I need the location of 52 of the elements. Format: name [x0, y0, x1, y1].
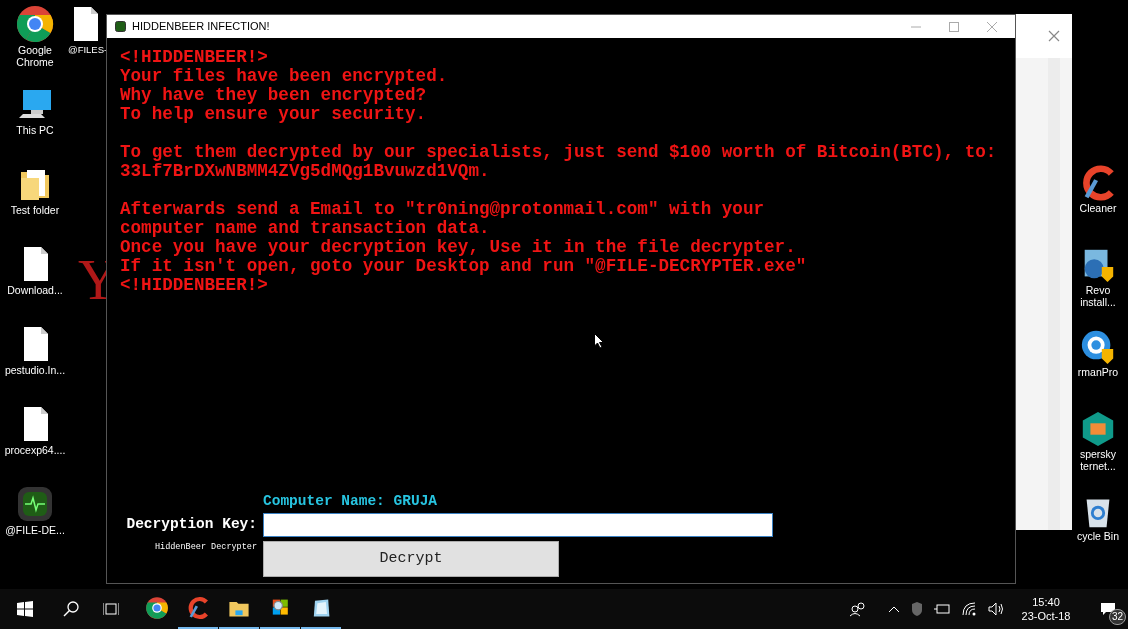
app-caption: HiddenBeer Decrypter	[154, 541, 257, 554]
wifi-icon[interactable]	[962, 602, 976, 616]
desktop-icon-label[interactable]: Revo	[1085, 284, 1111, 296]
close-icon[interactable]	[1048, 30, 1060, 42]
message-line: Once you have your decryption key, Use it in the file decrypter.	[120, 238, 797, 257]
broom-c-icon[interactable]	[186, 596, 210, 620]
app-icon	[115, 21, 126, 32]
task-view-icon[interactable]	[103, 601, 119, 617]
chrome-logo-icon[interactable]	[145, 596, 169, 620]
desktop-icon-label[interactable]: spersky	[1079, 448, 1117, 460]
message-line: If it isn't open, goto your Desktop and run "@FILE-DECRYPTER.exe"	[120, 257, 808, 276]
computer-name-label: Computer Name: GRUJA	[263, 493, 439, 509]
volume-icon[interactable]	[988, 602, 1004, 616]
desktop-icon-label[interactable]: ternet...	[1080, 460, 1116, 472]
desktop-icon-label[interactable]: cycle Bin	[1077, 530, 1119, 542]
desktop-icon-label[interactable]: @FILES-	[68, 44, 108, 56]
clock-date[interactable]: 23-Oct-18	[1021, 609, 1071, 623]
notification-count-badge: 32	[1108, 609, 1126, 625]
desktop-icon-label[interactable]: rmanPro	[1077, 366, 1119, 378]
message-line: computer name and transaction data.	[120, 219, 491, 238]
mouse-cursor-icon	[594, 333, 604, 349]
chevron-up-icon[interactable]	[888, 605, 900, 613]
message-line: To help ensure your security.	[120, 105, 428, 124]
decrypt-button[interactable]: Decrypt	[263, 541, 559, 577]
desktop-icon-label[interactable]: pestudio.In...	[2, 364, 68, 376]
desktop-icon-label[interactable]: Google Chrome	[2, 44, 68, 68]
message-line: Afterwards send a Email to "tr0ning@protonmail.com" with your	[120, 200, 766, 219]
scrollbar[interactable]	[1048, 58, 1060, 530]
desktop-icon-label[interactable]: @FILE-DE...	[2, 524, 68, 536]
message-line: <!HIDDENBEER!>	[120, 276, 269, 295]
shield-icon[interactable]	[912, 602, 922, 616]
clock-time[interactable]: 15:40	[1032, 595, 1060, 609]
battery-icon[interactable]	[934, 603, 950, 615]
key-label: Decryption Key:	[126, 515, 257, 535]
desktop-icon-label[interactable]: Cleaner	[1079, 202, 1117, 214]
window-title: HIDDENBEER INFECTION!	[132, 19, 270, 35]
message-line: 33Lf7BrDXwNBMM4ZVg5dMQg1Bvuwzd1VQm.	[120, 162, 491, 181]
message-line: To get them decrypted by our specialists, just send $100 worth of Bitcoin(BTC), to:	[120, 143, 998, 162]
desktop-icon-label[interactable]: procexp64....	[2, 444, 68, 456]
desktop-icon-label[interactable]: This PC	[2, 124, 68, 136]
desktop-icon-label[interactable]: Test folder	[2, 204, 68, 216]
message-line: Your files have been encrypted.	[120, 67, 449, 86]
desktop-icon-label[interactable]: Download...	[2, 284, 68, 296]
decryption-key-field[interactable]	[263, 513, 773, 537]
message-line: Why have they been encrypted?	[120, 86, 428, 105]
desktop-icon-label[interactable]: install...	[1080, 296, 1116, 308]
people-icon[interactable]	[850, 601, 866, 617]
monitor-app-icon[interactable]	[15, 484, 55, 524]
search-icon[interactable]	[63, 601, 79, 617]
windows-start-icon[interactable]	[17, 601, 33, 617]
message-line: <!HIDDENBEER!>	[120, 48, 269, 67]
chrome-logo-icon[interactable]	[15, 4, 55, 44]
